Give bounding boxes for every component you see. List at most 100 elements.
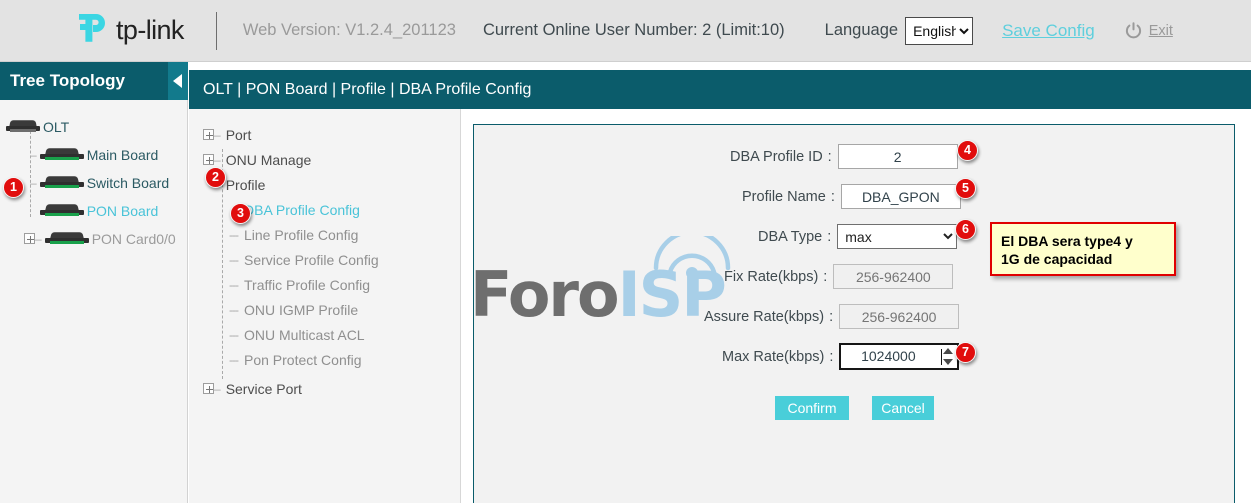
- web-version-text: Web Version: V1.2.4_201123: [243, 21, 456, 40]
- menu-item-label: ONU IGMP Profile: [244, 302, 358, 318]
- navigation-menu: – Port – ONU Manage – Profile --- DBA Pr…: [189, 109, 461, 503]
- annotation-badge-5: 5: [955, 178, 976, 199]
- menu-item-label: Line Profile Config: [244, 227, 358, 243]
- max-rate-row: Max Rate(kbps) : 1024000: [722, 343, 959, 370]
- device-icon: [45, 232, 89, 245]
- menu-item-label: ONU Manage: [226, 152, 312, 168]
- expand-icon[interactable]: [24, 233, 35, 244]
- assure-rate-label: Assure Rate(kbps): [704, 309, 824, 325]
- app-header: tp-link Web Version: V1.2.4_201123 Curre…: [0, 0, 1251, 62]
- tree-topology-title: Tree Topology: [10, 71, 125, 91]
- chevron-left-icon: [173, 74, 182, 88]
- spinner-buttons[interactable]: [943, 348, 954, 365]
- branch-icon: –: [214, 382, 220, 396]
- colon: :: [827, 229, 831, 245]
- exit-label: Exit: [1149, 23, 1173, 39]
- tree-node-main-board[interactable]: – Main Board: [0, 142, 187, 167]
- dba-type-select[interactable]: max: [837, 224, 957, 249]
- language-select[interactable]: English: [905, 17, 973, 45]
- profile-name-label: Profile Name: [742, 189, 826, 205]
- annotation-badge-6: 6: [955, 219, 976, 240]
- dba-profile-id-input[interactable]: [838, 144, 958, 169]
- exit-button[interactable]: Exit: [1125, 22, 1173, 39]
- colon: :: [828, 149, 832, 165]
- menu-item-service-port[interactable]: – Service Port: [189, 376, 460, 401]
- tree-branch-icon: –: [35, 232, 41, 246]
- tree-node-switch-board[interactable]: – Switch Board: [0, 170, 187, 195]
- menu-item-label: Service Profile Config: [244, 252, 379, 268]
- branch-icon: ---: [229, 278, 238, 292]
- annotation-callout: El DBA sera type4 y 1G de capacidad: [990, 222, 1176, 276]
- branch-icon: ---: [229, 353, 238, 367]
- spinner-up-icon[interactable]: [943, 348, 953, 354]
- branch-icon: –: [214, 153, 220, 167]
- confirm-button[interactable]: Confirm: [775, 396, 849, 420]
- menu-item-profile[interactable]: – Profile: [189, 172, 460, 197]
- menu-item-pon-protect-config[interactable]: --- Pon Protect Config: [189, 347, 460, 372]
- tree-branch-icon: –: [30, 148, 36, 162]
- menu-item-port[interactable]: – Port: [189, 122, 460, 147]
- tree-node-pon-board[interactable]: – PON Board: [0, 198, 187, 223]
- menu-item-onu-multicast-acl[interactable]: --- ONU Multicast ACL: [189, 322, 460, 347]
- menu-item-onu-manage[interactable]: – ONU Manage: [189, 147, 460, 172]
- menu-item-label: Pon Protect Config: [244, 352, 362, 368]
- menu-item-onu-igmp-profile[interactable]: --- ONU IGMP Profile: [189, 297, 460, 322]
- branch-icon: ---: [229, 253, 238, 267]
- tree-node-label: PON Board: [87, 203, 159, 219]
- annotation-badge-1: 1: [3, 177, 24, 198]
- tplink-logo-icon: [72, 12, 112, 50]
- expand-icon[interactable]: [203, 154, 214, 165]
- annotation-badge-7: 7: [955, 342, 976, 363]
- expand-icon[interactable]: [203, 383, 214, 394]
- fix-rate-label: Fix Rate(kbps): [724, 269, 818, 285]
- dba-type-row: DBA Type : max: [758, 224, 957, 249]
- device-icon: [6, 120, 40, 133]
- breadcrumb-bar: OLT | PON Board | Profile | DBA Profile …: [189, 70, 1251, 109]
- fix-rate-row: Fix Rate(kbps) :: [724, 264, 953, 289]
- spinner-down-icon[interactable]: [943, 359, 953, 365]
- tree-topology-header: Tree Topology: [0, 62, 188, 100]
- profile-name-row: Profile Name :: [742, 184, 961, 209]
- menu-item-label: DBA Profile Config: [244, 202, 360, 218]
- fix-rate-input: [833, 264, 953, 289]
- menu-item-service-profile-config[interactable]: --- Service Profile Config: [189, 247, 460, 272]
- branch-icon: ---: [229, 303, 238, 317]
- max-rate-value: 1024000: [841, 345, 935, 368]
- menu-item-line-profile-config[interactable]: --- Line Profile Config: [189, 222, 460, 247]
- header-divider: [216, 12, 217, 50]
- annotation-badge-4: 4: [957, 140, 978, 161]
- save-config-link[interactable]: Save Config: [1002, 21, 1095, 41]
- branch-icon: –: [214, 128, 220, 142]
- menu-item-traffic-profile-config[interactable]: --- Traffic Profile Config: [189, 272, 460, 297]
- dba-profile-id-label: DBA Profile ID: [730, 149, 823, 165]
- colon: :: [831, 189, 835, 205]
- text-cursor: [941, 349, 942, 365]
- menu-item-label: Profile: [226, 177, 266, 193]
- profile-name-input[interactable]: [841, 184, 961, 209]
- cancel-button[interactable]: Cancel: [872, 396, 934, 420]
- callout-line-2: 1G de capacidad: [1001, 251, 1112, 267]
- tree-node-olt[interactable]: OLT: [0, 114, 187, 139]
- dba-type-label: DBA Type: [758, 229, 822, 245]
- colon: :: [823, 269, 827, 285]
- callout-line-1: El DBA sera type4 y: [1001, 233, 1133, 249]
- tree-node-label: OLT: [43, 119, 69, 135]
- sidebar-collapse-button[interactable]: [168, 62, 188, 100]
- menu-item-label: Traffic Profile Config: [244, 277, 370, 293]
- tplink-logo: tp-link: [72, 12, 184, 50]
- tree-node-pon-card[interactable]: – PON Card0/0: [0, 226, 187, 251]
- expand-icon[interactable]: [203, 129, 214, 140]
- device-icon: [40, 148, 84, 161]
- language-label: Language: [825, 21, 898, 40]
- power-icon: [1125, 22, 1142, 39]
- assure-rate-input: [839, 304, 959, 329]
- topology-tree: OLT – Main Board – Switch Board –: [0, 100, 187, 251]
- device-icon: [40, 176, 84, 189]
- menu-item-label: Service Port: [226, 381, 302, 397]
- max-rate-input[interactable]: 1024000: [839, 343, 959, 370]
- assure-rate-row: Assure Rate(kbps) :: [704, 304, 959, 329]
- tree-node-label: Switch Board: [87, 175, 169, 191]
- menu-item-label: Port: [226, 127, 252, 143]
- max-rate-label: Max Rate(kbps): [722, 349, 824, 365]
- tree-topology-sidebar: Tree Topology OLT – Main Board: [0, 62, 188, 503]
